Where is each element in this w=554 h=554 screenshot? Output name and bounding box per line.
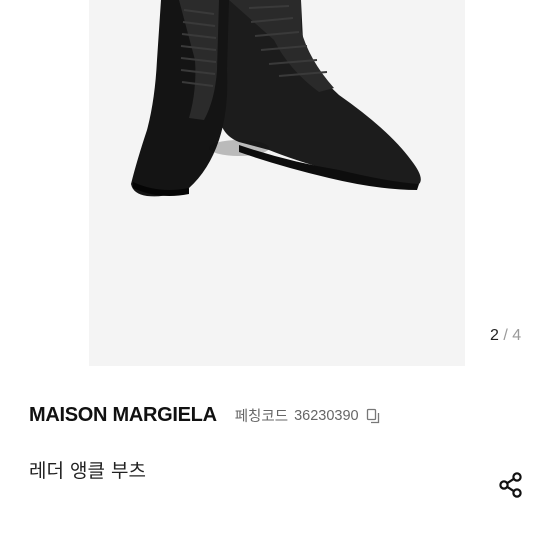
fetching-code-value: 36230390 [294,407,359,424]
brand-row: MAISON MARGIELA 페칭코드 36230390 [29,404,381,427]
boot-image [131,0,421,197]
image-counter-total: 4 [512,327,522,344]
product-name: 레더 앵클 부츠 [29,460,146,482]
fetching-code-label: 페칭코드 [234,409,289,425]
share-icon [499,472,522,498]
image-counter-current: 2 [490,327,499,344]
brand-name[interactable]: MAISON MARGIELA [29,404,217,427]
product-image[interactable] [89,0,465,366]
image-counter-separator: / [503,327,508,344]
copy-icon[interactable] [365,408,381,424]
share-button[interactable] [495,469,527,501]
image-counter: 2 / 4 [490,327,521,345]
